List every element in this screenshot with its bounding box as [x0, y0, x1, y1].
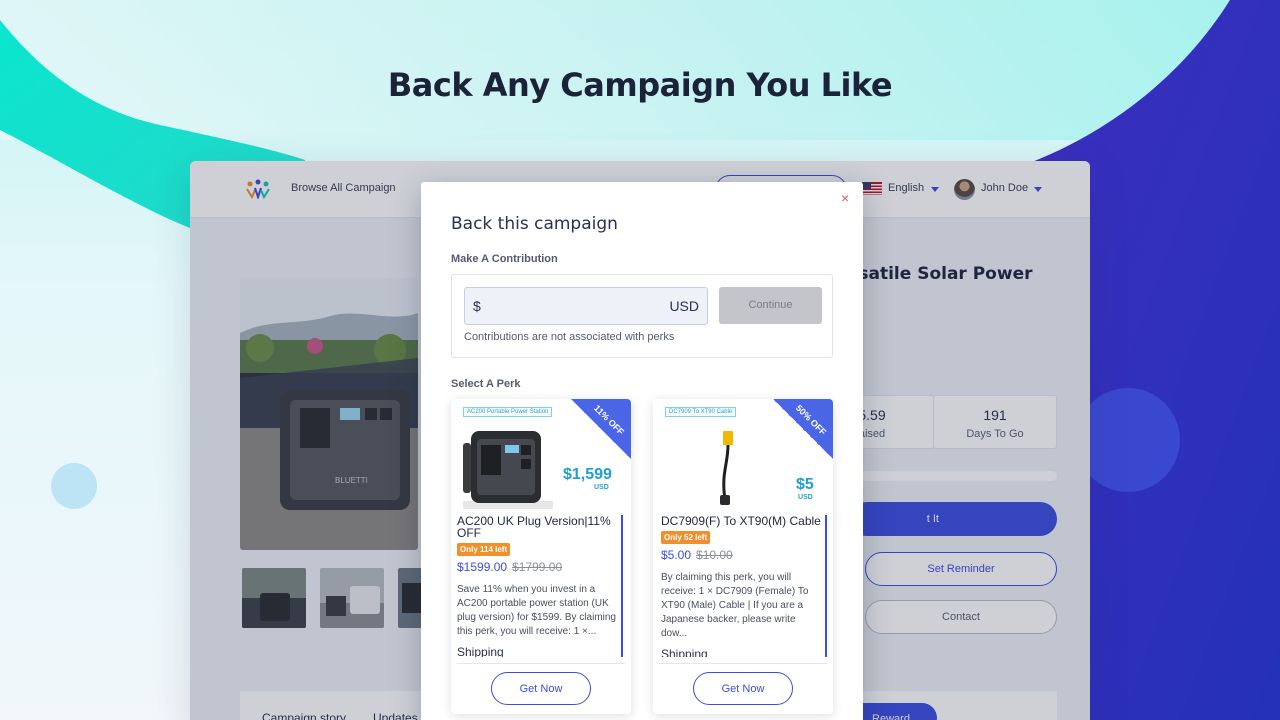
perk-price-was: $10.00 [696, 548, 733, 562]
perk-divider [457, 663, 625, 664]
discount-badge: 11% OFF [592, 403, 626, 437]
perk-card[interactable]: AC200 Portable Power Station 11% OFF $1,… [451, 399, 631, 714]
perk-image: DC7909 To XT90 Cable 50% OFF $5 USD [653, 399, 833, 510]
hero-title: Back Any Campaign You Like [387, 66, 893, 104]
perk-image-price-unit: USD [594, 484, 609, 491]
perk-section-label: Select A Perk [451, 378, 521, 390]
perk-image-tagline: DC7909 To XT90 Cable [665, 407, 737, 417]
perk-shipping-label: Shipping [457, 645, 504, 657]
amount-field[interactable]: $ USD [464, 287, 708, 325]
perk-image-price: $1,599 [563, 466, 612, 483]
modal-title: Back this campaign [451, 214, 618, 234]
get-now-button[interactable]: Get Now [693, 672, 793, 705]
perk-image: AC200 Portable Power Station 11% OFF $1,… [451, 399, 631, 510]
cable-illustration [720, 431, 733, 505]
perk-price-now: $5.00 [661, 548, 692, 562]
perk-shipping-label: Shipping [661, 647, 708, 657]
discount-corner: 50% OFF [773, 399, 833, 459]
perk-name: DC7909(F) To XT90(M) Cable [661, 515, 821, 528]
power-station-illustration [463, 431, 553, 509]
contribution-note: Contributions are not associated with pe… [464, 331, 675, 343]
close-icon[interactable]: × [841, 190, 849, 206]
perk-details: DC7909(F) To XT90(M) Cable Only 52 left … [661, 515, 827, 657]
continue-button[interactable]: Continue [719, 287, 822, 324]
perk-prices: $1599.00 $1799.00 [457, 560, 617, 574]
perk-name: AC200 UK Plug Version|11% OFF [457, 515, 611, 540]
perk-image-price-unit: USD [798, 494, 813, 501]
contribution-label: Make A Contribution [451, 253, 558, 265]
discount-badge: 50% OFF [793, 402, 829, 438]
perk-description: By claiming this perk, you will receive:… [661, 572, 809, 639]
contribution-box: $ USD Continue Contributions are not ass… [451, 274, 833, 358]
perk-prices: $5.00 $10.00 [661, 548, 821, 562]
stock-badge: Only 52 left [661, 531, 711, 544]
perk-price-was: $1799.00 [512, 560, 563, 574]
discount-corner: 11% OFF [571, 399, 631, 459]
perk-price-now: $1599.00 [457, 560, 508, 574]
perk-details: AC200 UK Plug Version|11% OFF Only 114 l… [457, 515, 623, 657]
back-campaign-modal: × Back this campaign Make A Contribution… [421, 182, 863, 720]
perk-description: Save 11% when you invest in a AC200 port… [457, 584, 616, 637]
amount-input[interactable] [489, 294, 659, 318]
perk-image-price: $5 [796, 476, 814, 493]
perk-divider [659, 663, 827, 664]
stock-badge: Only 114 left [457, 543, 511, 556]
perk-image-tagline: AC200 Portable Power Station [463, 407, 553, 417]
perk-card[interactable]: DC7909 To XT90 Cable 50% OFF $5 USD DC79… [653, 399, 833, 714]
currency-code: USD [669, 298, 699, 314]
get-now-button[interactable]: Get Now [491, 672, 591, 705]
currency-symbol: $ [473, 298, 481, 314]
